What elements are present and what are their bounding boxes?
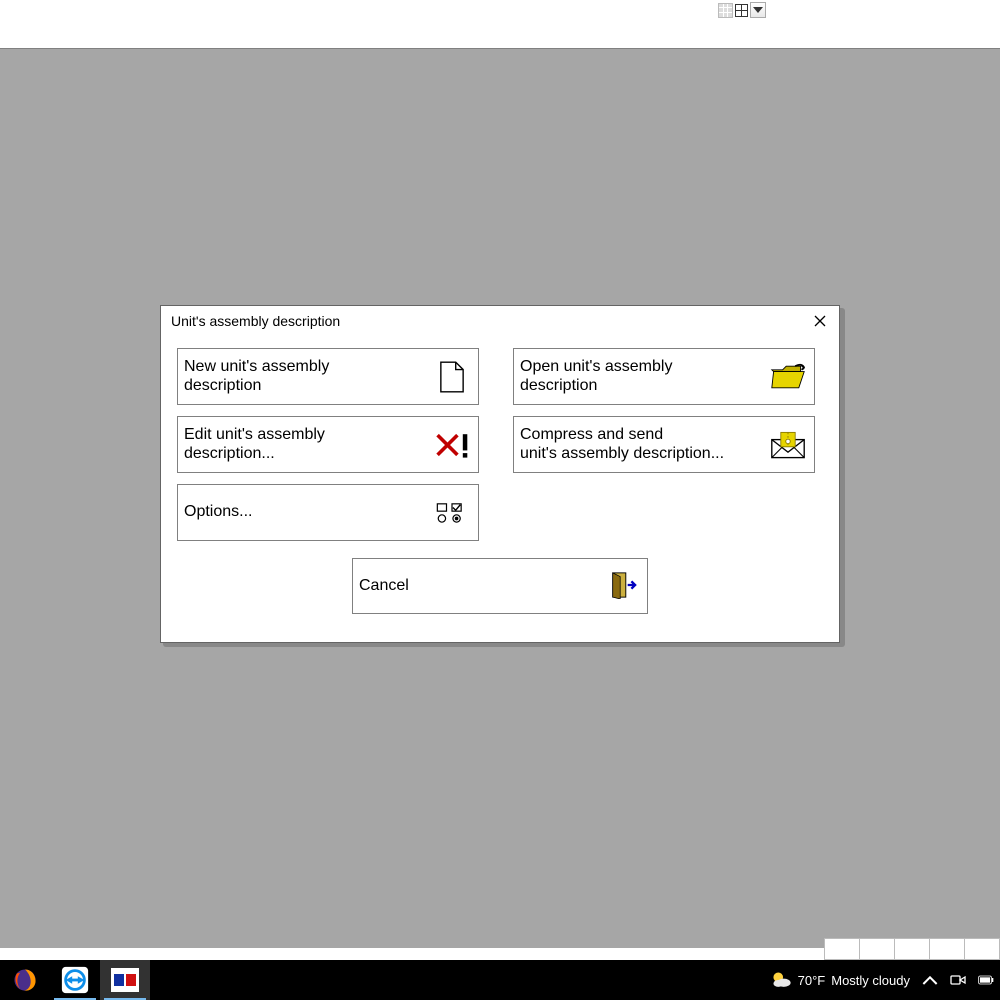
- open-folder-icon: [770, 359, 806, 395]
- app-icon: [111, 968, 139, 992]
- firefox-icon: [12, 967, 38, 993]
- compress-send-button[interactable]: Compress and send unit's assembly descri…: [513, 416, 815, 473]
- weather-cond: Mostly cloudy: [831, 973, 910, 988]
- new-document-icon: [434, 359, 470, 395]
- edit-assembly-label: Edit unit's assembly description...: [184, 426, 325, 464]
- meet-now-icon[interactable]: [950, 972, 966, 988]
- edit-assembly-button[interactable]: Edit unit's assembly description...: [177, 416, 479, 473]
- grid-view-icon[interactable]: [718, 3, 733, 18]
- cancel-button[interactable]: Cancel: [352, 558, 648, 614]
- open-assembly-label: Open unit's assembly description: [520, 358, 672, 396]
- options-button[interactable]: Options...: [177, 484, 479, 541]
- compress-send-label: Compress and send unit's assembly descri…: [520, 426, 724, 464]
- weather-icon: [770, 969, 792, 991]
- system-tray: [922, 972, 994, 988]
- tray-overflow-icon[interactable]: [922, 972, 938, 988]
- expand-icon[interactable]: [735, 4, 748, 17]
- document-canvas: Unit's assembly description New unit's a…: [0, 49, 1000, 960]
- teamviewer-icon: [60, 965, 90, 995]
- status-panes: [824, 938, 1000, 960]
- options-label: Options...: [184, 503, 252, 522]
- battery-icon[interactable]: [978, 972, 994, 988]
- open-assembly-button[interactable]: Open unit's assembly description: [513, 348, 815, 405]
- zoom-dropdown[interactable]: [750, 2, 766, 18]
- weather-widget[interactable]: 70°F Mostly cloudy: [770, 969, 910, 991]
- cancel-label: Cancel: [359, 577, 409, 595]
- weather-temp: 70°F: [798, 973, 826, 988]
- taskbar-teamviewer[interactable]: [50, 960, 100, 1000]
- dialog-title: Unit's assembly description: [171, 313, 340, 329]
- taskbar-app[interactable]: [100, 960, 150, 1000]
- app-toolbar: [0, 0, 1000, 49]
- taskbar-firefox[interactable]: [0, 960, 50, 1000]
- close-button[interactable]: [809, 310, 831, 332]
- edit-warning-icon: [434, 427, 470, 463]
- dialog-titlebar: Unit's assembly description: [161, 306, 839, 336]
- status-bar: [0, 948, 1000, 960]
- options-controls-icon: [434, 495, 470, 531]
- empty-cell: [513, 484, 815, 541]
- assembly-description-dialog: Unit's assembly description New unit's a…: [160, 305, 840, 643]
- windows-taskbar: 70°F Mostly cloudy: [0, 960, 1000, 1000]
- new-assembly-button[interactable]: New unit's assembly description: [177, 348, 479, 405]
- close-icon: [814, 315, 826, 327]
- new-assembly-label: New unit's assembly description: [184, 358, 329, 396]
- envelope-zip-icon: [770, 427, 806, 463]
- exit-door-icon: [609, 571, 639, 601]
